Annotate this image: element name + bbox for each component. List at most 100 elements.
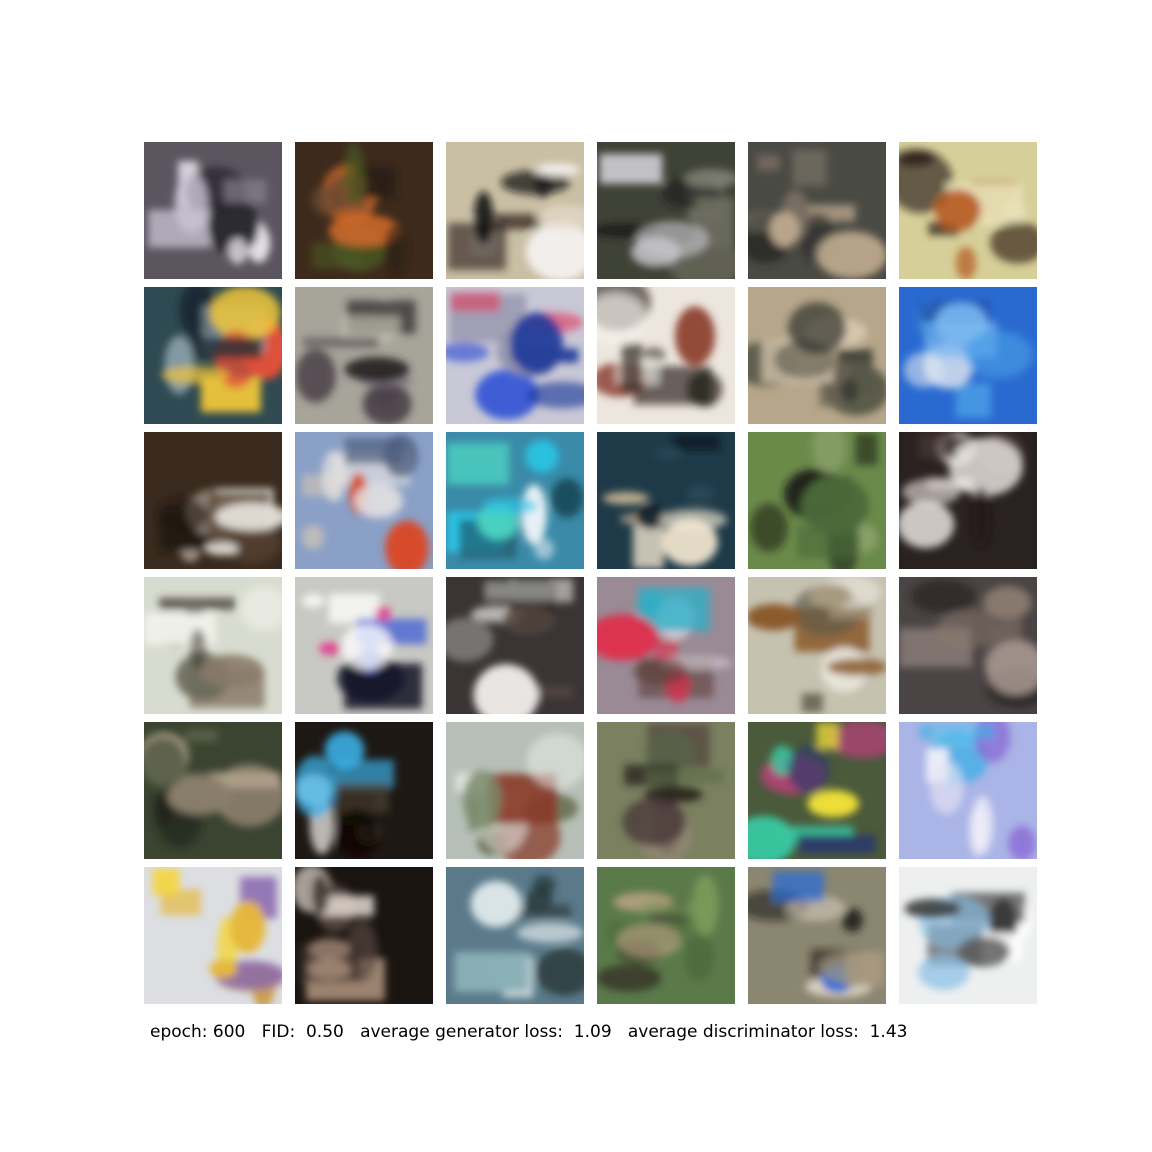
figure-canvas: epoch: 600 FID: 0.50 average generator l… [0, 0, 1152, 1152]
generated-sample-tile [295, 142, 433, 279]
sample-image [446, 432, 584, 569]
sample-image [748, 722, 886, 859]
sample-blob [302, 593, 325, 608]
sample-blob [374, 606, 392, 621]
sample-image [446, 577, 584, 714]
sample-blob [597, 964, 662, 992]
generated-sample-tile [446, 867, 584, 1004]
sample-blob [632, 658, 688, 685]
generated-sample-tile [597, 867, 735, 1004]
sample-blob [810, 584, 852, 608]
sample-blob [816, 722, 839, 750]
generated-sample-tile [295, 577, 433, 714]
sample-blob [510, 312, 564, 375]
generated-sample-tile [899, 432, 1037, 569]
sample-blob [910, 579, 976, 614]
sample-image [748, 142, 886, 279]
sample-image [597, 867, 735, 1004]
sample-blob [602, 491, 650, 505]
sample-blob [918, 432, 957, 459]
sample-blob [839, 378, 859, 403]
sample-blob [599, 153, 663, 184]
sample-blob [209, 959, 238, 978]
generated-sample-tile [446, 142, 584, 279]
sample-image [748, 867, 886, 1004]
sample-blob [917, 955, 970, 990]
sample-image [597, 577, 735, 714]
sample-image [446, 287, 584, 424]
sample-image [899, 577, 1037, 714]
sample-blob [481, 497, 538, 515]
sample-blob [534, 163, 581, 176]
sample-blob [674, 306, 716, 366]
sample-blob [750, 503, 788, 552]
sample-blob [470, 880, 522, 928]
training-stats-caption: epoch: 600 FID: 0.50 average generator l… [150, 1022, 907, 1042]
sample-image [295, 142, 433, 279]
generated-sample-tile [748, 432, 886, 569]
sample-blob [167, 776, 232, 815]
sample-blob [955, 246, 977, 279]
sample-image [899, 432, 1037, 569]
sample-image [144, 577, 282, 714]
sample-blob [972, 486, 991, 548]
sample-image [144, 287, 282, 424]
sample-image [597, 142, 735, 279]
sample-blob [344, 357, 410, 382]
sample-blob [521, 484, 547, 545]
sample-image [748, 287, 886, 424]
sample-blob [929, 761, 964, 815]
generated-sample-tile [144, 432, 282, 569]
sample-blob [983, 585, 1032, 620]
sample-blob [204, 542, 240, 556]
sample-blob [748, 603, 801, 631]
sample-blob [797, 835, 876, 854]
sample-image [295, 287, 433, 424]
sample-blob [321, 450, 347, 502]
sample-blob [919, 724, 995, 740]
sample-blob [343, 142, 365, 206]
epoch-label: epoch: 600 [150, 1022, 246, 1042]
sample-blob [384, 223, 408, 279]
sample-image [295, 867, 433, 1004]
sample-blob [333, 781, 389, 814]
generated-sample-tile [899, 142, 1037, 279]
generated-sample-tile [144, 722, 282, 859]
discriminator-loss-label: average discriminator loss: 1.43 [627, 1022, 908, 1042]
sample-blob [484, 580, 559, 601]
generated-sample-tile [899, 287, 1037, 424]
generated-sample-tile [446, 432, 584, 569]
generated-sample-tile [295, 287, 433, 424]
generated-sample-tile [144, 287, 282, 424]
generator-loss-label: average generator loss: 1.09 [360, 1022, 612, 1042]
sample-blob [228, 237, 248, 265]
generated-sample-tile [748, 142, 886, 279]
sample-blob [161, 366, 230, 385]
sample-blob [957, 936, 1011, 967]
sample-blob [454, 951, 530, 993]
generated-sample-tile [144, 867, 282, 1004]
sample-image [144, 142, 282, 279]
sample-blob [686, 485, 715, 502]
sample-blob [807, 790, 859, 818]
sample-blob [174, 172, 208, 234]
sample-blob [303, 337, 379, 348]
sample-blob [335, 809, 379, 859]
sample-blob [340, 624, 393, 670]
generated-sample-tile [295, 867, 433, 1004]
sample-blob [772, 871, 825, 902]
sample-image [748, 432, 886, 569]
sample-blob [229, 901, 266, 954]
generated-sample-tile [295, 432, 433, 569]
sample-blob [516, 922, 584, 943]
sample-blob [684, 933, 715, 982]
sample-image [748, 577, 886, 714]
generated-sample-tile [446, 287, 584, 424]
sample-blob [955, 383, 991, 418]
generated-sample-tile [748, 867, 886, 1004]
generated-sample-tile [597, 287, 735, 424]
sample-image [899, 142, 1037, 279]
generated-sample-tile [597, 577, 735, 714]
sample-image [446, 722, 584, 859]
sample-blob [757, 155, 780, 171]
